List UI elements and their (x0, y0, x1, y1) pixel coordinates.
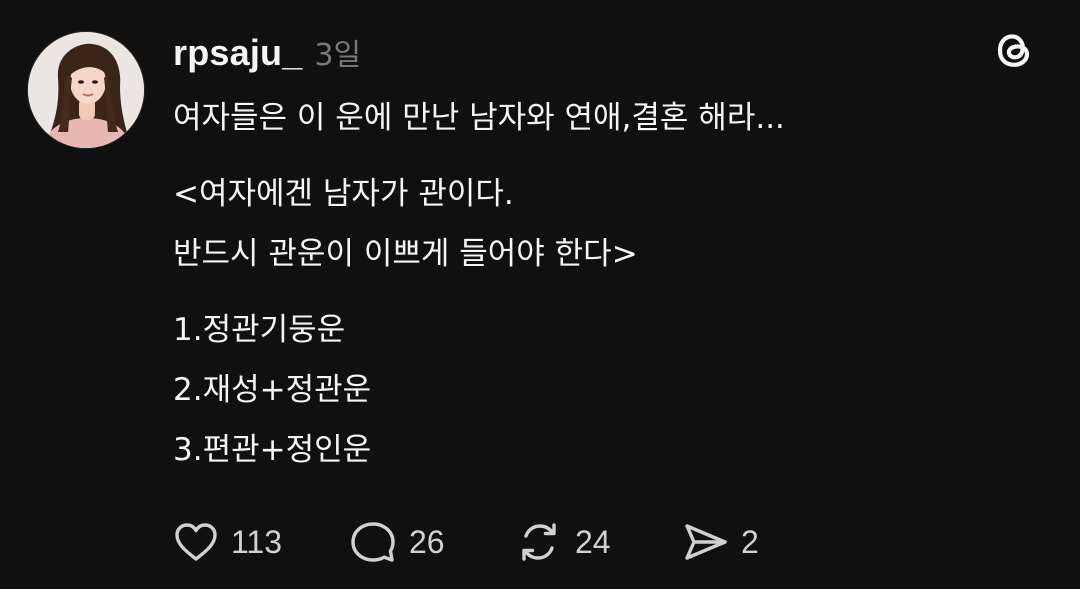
avatar-image (28, 32, 144, 148)
post-text-line: 3.편관+정인운 (173, 432, 372, 468)
share-button[interactable]: 2 (681, 518, 759, 566)
threads-logo-icon[interactable] (992, 27, 1038, 73)
post-text-line: 1.정관기둥운 (173, 312, 346, 348)
post-header: rpsaju_ 3일 (173, 30, 361, 74)
send-paper-plane-icon (685, 524, 727, 560)
post-actions: 113 26 24 2 (173, 518, 759, 566)
timestamp[interactable]: 3일 (314, 30, 361, 74)
thread-post: rpsaju_ 3일 여자들은 이 운에 만난 남자와 연애,결혼 해라... … (0, 0, 1080, 589)
post-text-line: 2.재성+정관운 (173, 372, 372, 408)
like-button[interactable]: 113 (173, 518, 349, 566)
username[interactable]: rpsaju_ (173, 32, 302, 74)
avatar[interactable] (27, 31, 145, 149)
speech-bubble-icon (351, 522, 395, 562)
threads-logo-glyph (997, 34, 1030, 67)
post-body: 여자들은 이 운에 만난 남자와 연애,결혼 해라... <여자에겐 남자가 관… (173, 88, 1033, 480)
like-count: 113 (231, 523, 283, 560)
post-text-line: 반드시 관운이 이쁘게 들어야 한다> (173, 236, 638, 272)
post-text-line: <여자에겐 남자가 관이다. (173, 176, 514, 212)
heart-icon (175, 523, 217, 561)
repost-count: 24 (575, 523, 611, 560)
share-count: 2 (741, 523, 759, 560)
reply-button[interactable]: 26 (349, 518, 515, 566)
post-text-line: 여자들은 이 운에 만난 남자와 연애,결혼 해라... (173, 100, 785, 136)
reply-count: 26 (409, 523, 445, 560)
repost-arrows-icon (522, 523, 556, 561)
repost-button[interactable]: 24 (515, 518, 681, 566)
